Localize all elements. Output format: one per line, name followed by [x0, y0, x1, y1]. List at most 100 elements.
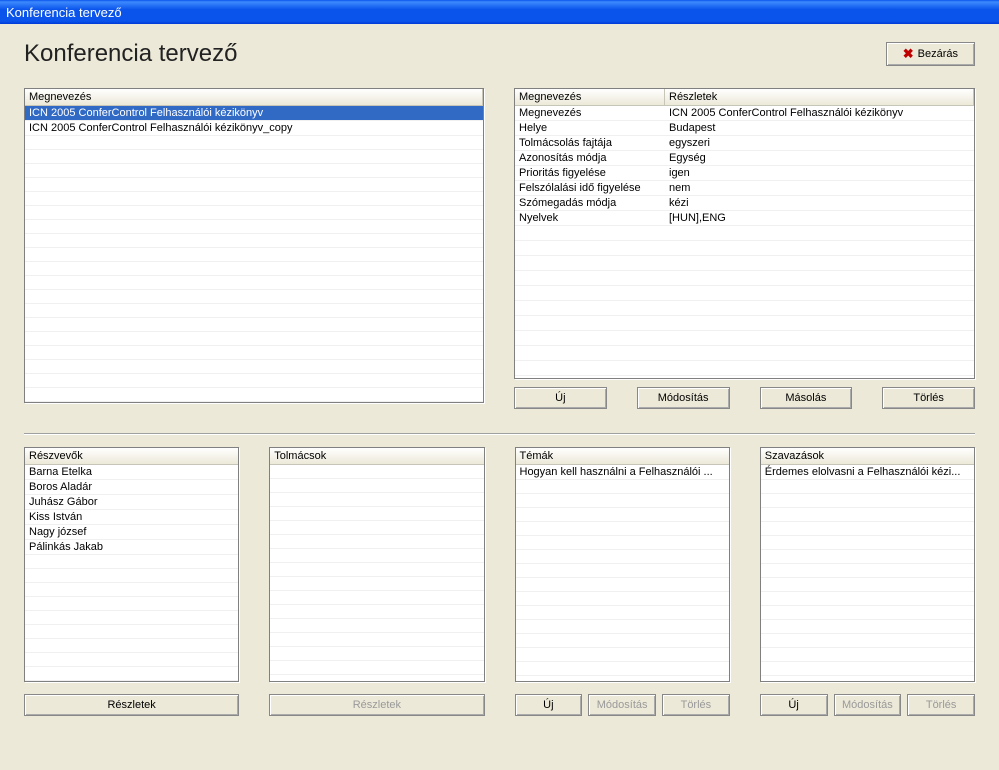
conference-row	[25, 276, 483, 290]
conference-row	[25, 290, 483, 304]
details-row	[515, 256, 974, 271]
participant-row[interactable]: Nagy józsef	[25, 525, 238, 540]
conference-row[interactable]: ICN 2005 ConferControl Felhasználói kézi…	[25, 121, 483, 136]
participants-list[interactable]: Részvevők Barna EtelkaBoros AladárJuhász…	[24, 447, 239, 682]
participant-row[interactable]: Boros Aladár	[25, 480, 238, 495]
vote-row	[761, 564, 974, 578]
participant-row[interactable]: Kiss István	[25, 510, 238, 525]
topic-row	[516, 522, 729, 536]
details-row	[515, 346, 974, 361]
participant-row[interactable]: Juhász Gábor	[25, 495, 238, 510]
modify-button[interactable]: Módosítás	[637, 387, 730, 409]
interpreter-row	[270, 493, 483, 507]
participant-row	[25, 667, 238, 681]
vote-row	[761, 522, 974, 536]
new-button[interactable]: Új	[514, 387, 607, 409]
details-row: HelyeBudapest	[515, 121, 974, 136]
vote-row	[761, 592, 974, 606]
topic-row	[516, 592, 729, 606]
details-row	[515, 331, 974, 346]
conference-row	[25, 248, 483, 262]
conference-row	[25, 150, 483, 164]
conference-row[interactable]: ICN 2005 ConferControl Felhasználói kézi…	[25, 106, 483, 121]
topic-row	[516, 662, 729, 676]
interpreter-row	[270, 535, 483, 549]
interpreter-row	[270, 647, 483, 661]
topic-row	[516, 550, 729, 564]
details-row	[515, 241, 974, 256]
details-header-label: Megnevezés	[515, 89, 665, 106]
vote-row[interactable]: Érdemes elolvasni a Felhasználói kézi...	[761, 465, 974, 480]
conference-row	[25, 220, 483, 234]
topic-row	[516, 536, 729, 550]
interpreter-row	[270, 577, 483, 591]
votes-header: Szavazások	[761, 448, 974, 465]
details-header-value: Részletek	[665, 89, 974, 106]
interpreter-row	[270, 605, 483, 619]
interpreters-header: Tolmácsok	[270, 448, 483, 465]
details-row: Nyelvek[HUN],ENG	[515, 211, 974, 226]
votes-delete-button: Törlés	[907, 694, 975, 716]
interpreter-row	[270, 661, 483, 675]
details-row: Prioritás figyeléseigen	[515, 166, 974, 181]
participant-row[interactable]: Pálinkás Jakab	[25, 540, 238, 555]
conference-row	[25, 192, 483, 206]
interpreter-row	[270, 465, 483, 479]
interpreter-row	[270, 507, 483, 521]
topics-delete-button: Törlés	[662, 694, 730, 716]
conference-row	[25, 178, 483, 192]
interpreter-row	[270, 591, 483, 605]
participants-details-button[interactable]: Részletek	[24, 694, 239, 716]
topic-row[interactable]: Hogyan kell használni a Felhasználói ...	[516, 465, 729, 480]
vote-row	[761, 480, 974, 494]
conference-row	[25, 332, 483, 346]
votes-new-button[interactable]: Új	[760, 694, 828, 716]
topics-modify-button: Módosítás	[588, 694, 656, 716]
topic-row	[516, 578, 729, 592]
interpreter-row	[270, 619, 483, 633]
conference-row	[25, 318, 483, 332]
vote-row	[761, 550, 974, 564]
copy-button[interactable]: Másolás	[760, 387, 853, 409]
close-button[interactable]: ✖ Bezárás	[886, 42, 975, 66]
vote-row	[761, 508, 974, 522]
topic-row	[516, 620, 729, 634]
vote-row	[761, 662, 974, 676]
interpreter-row	[270, 479, 483, 493]
vote-row	[761, 494, 974, 508]
conference-row	[25, 206, 483, 220]
conference-row	[25, 374, 483, 388]
interpreter-row	[270, 563, 483, 577]
interpreter-row	[270, 633, 483, 647]
votes-list[interactable]: Szavazások Érdemes elolvasni a Felhaszná…	[760, 447, 975, 682]
details-row	[515, 226, 974, 241]
close-button-label: Bezárás	[918, 48, 958, 60]
delete-button[interactable]: Törlés	[882, 387, 975, 409]
conference-list[interactable]: Megnevezés ICN 2005 ConferControl Felhas…	[24, 88, 484, 403]
topic-row	[516, 508, 729, 522]
topics-list[interactable]: Témák Hogyan kell használni a Felhasznál…	[515, 447, 730, 682]
interpreters-details-button: Részletek	[269, 694, 484, 716]
vote-row	[761, 648, 974, 662]
participant-row	[25, 639, 238, 653]
participant-row[interactable]: Barna Etelka	[25, 465, 238, 480]
participant-row	[25, 653, 238, 667]
interpreters-list[interactable]: Tolmácsok	[269, 447, 484, 682]
details-row: Azonosítás módjaEgység	[515, 151, 974, 166]
interpreter-row	[270, 521, 483, 535]
details-row: Felszólalási idő figyelésenem	[515, 181, 974, 196]
conference-row	[25, 360, 483, 374]
conference-row	[25, 234, 483, 248]
details-row: Tolmácsolás fajtájaegyszeri	[515, 136, 974, 151]
details-row	[515, 316, 974, 331]
details-row	[515, 376, 974, 378]
vote-row	[761, 620, 974, 634]
participant-row	[25, 611, 238, 625]
topic-row	[516, 494, 729, 508]
topics-new-button[interactable]: Új	[515, 694, 583, 716]
details-row	[515, 361, 974, 376]
vote-row	[761, 578, 974, 592]
participant-row	[25, 597, 238, 611]
close-icon: ✖	[903, 46, 914, 62]
vote-row	[761, 536, 974, 550]
